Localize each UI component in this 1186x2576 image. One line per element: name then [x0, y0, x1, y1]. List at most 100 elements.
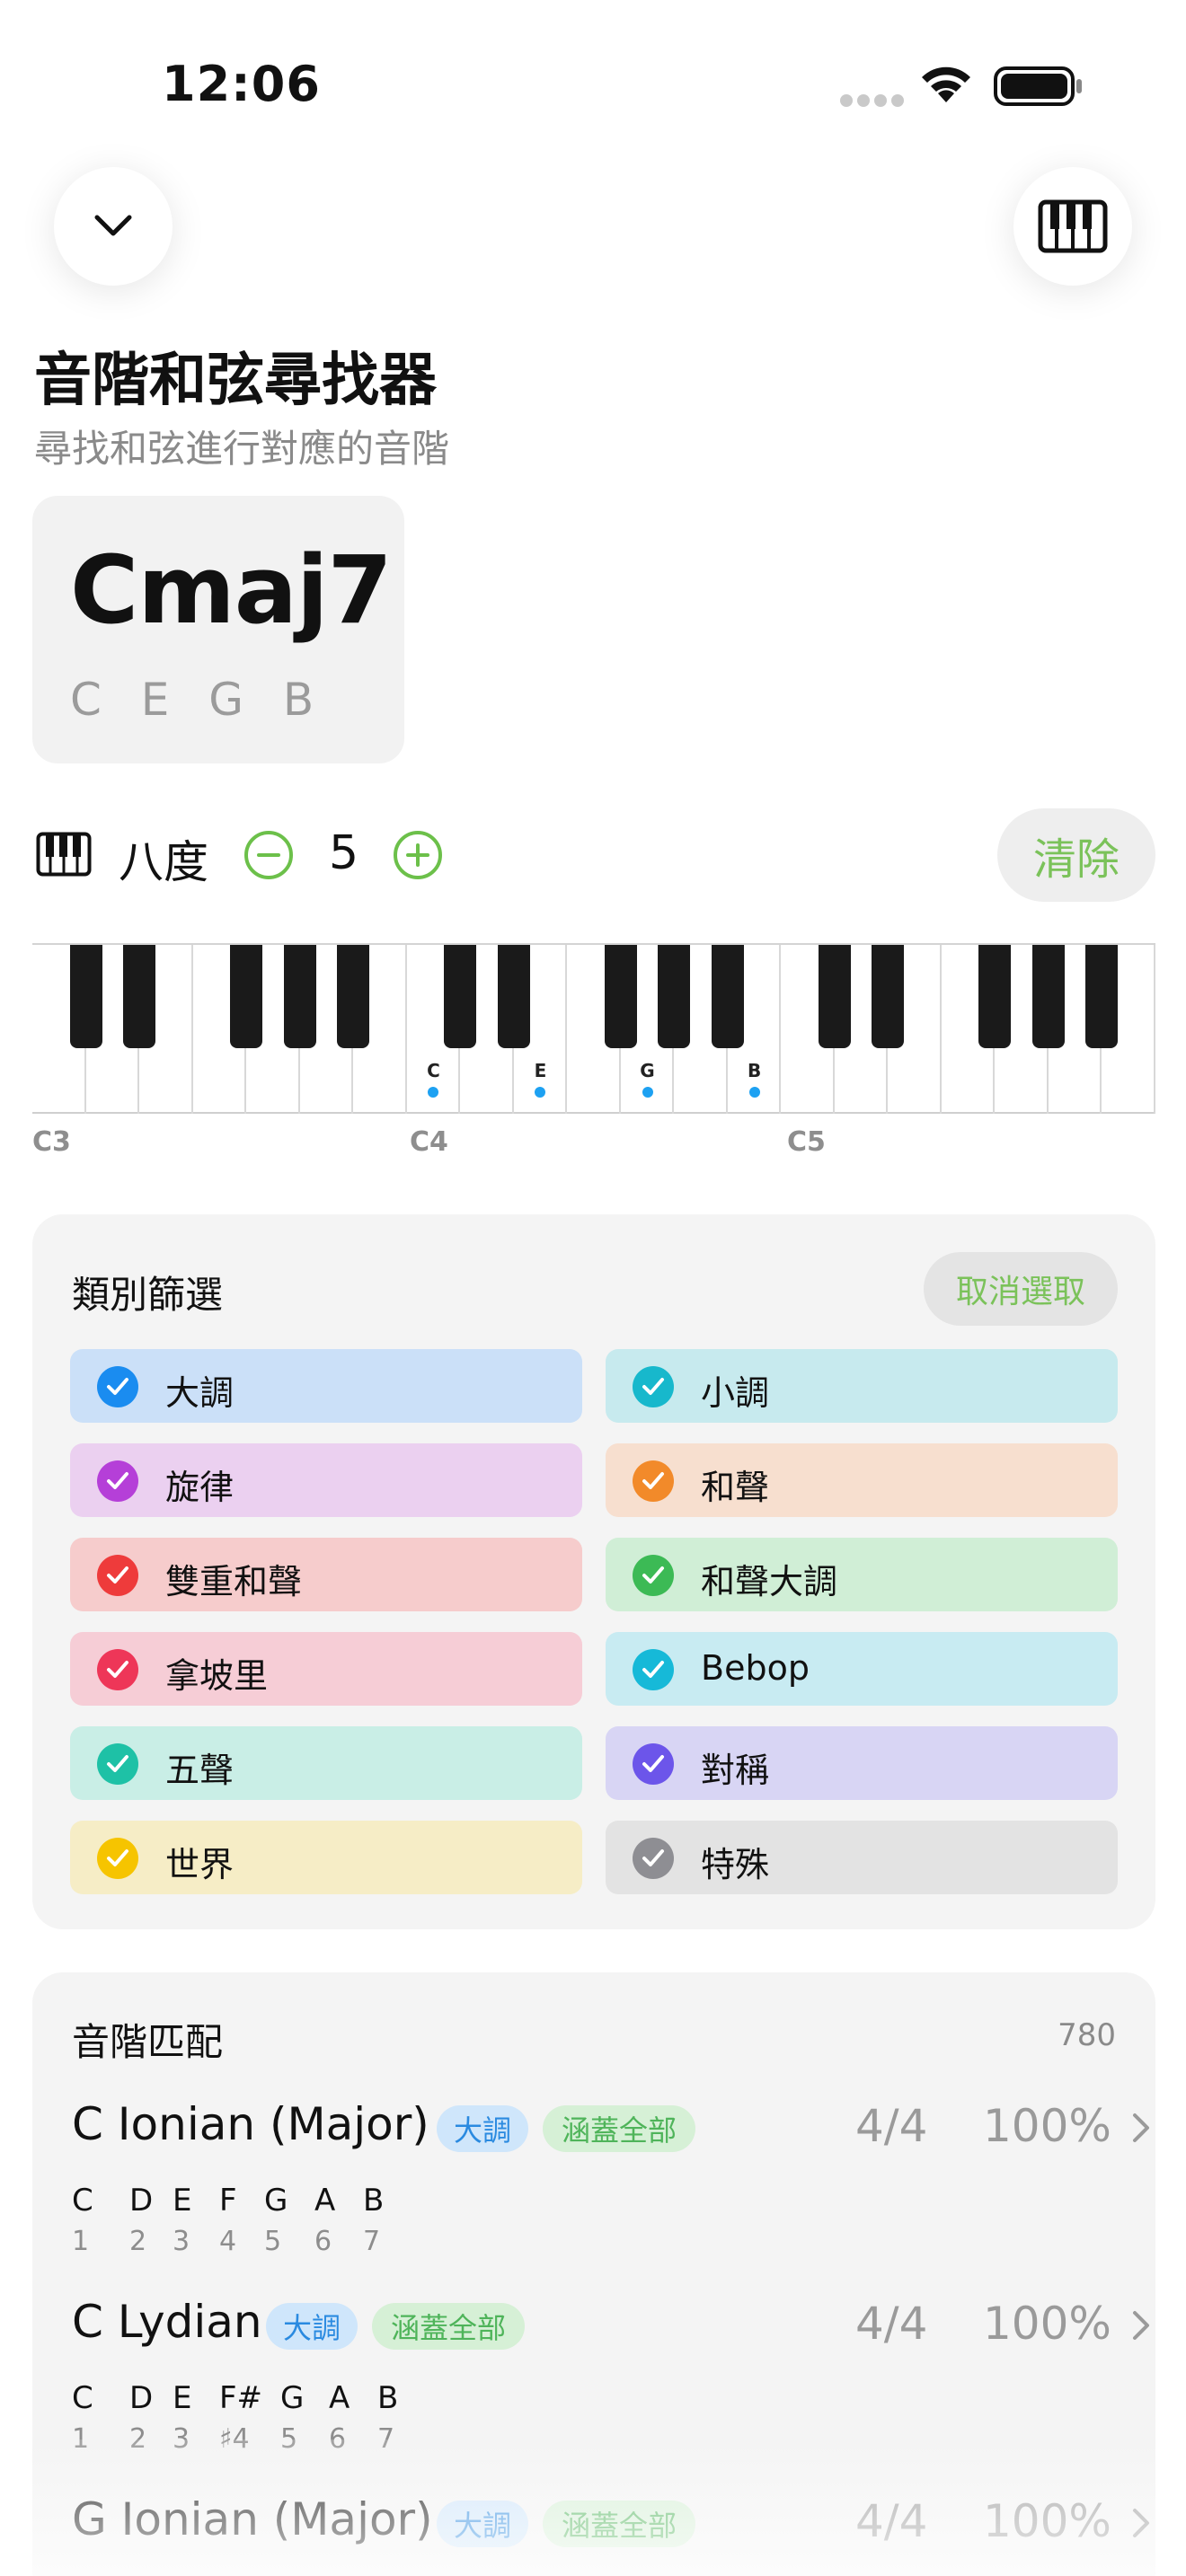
scale-type-badge: 大調 [437, 2105, 528, 2152]
scale-degree: 3 [173, 2226, 190, 2257]
category-label: 小調 [701, 1373, 770, 1413]
category-label: 大調 [165, 1373, 235, 1413]
key-marker-label: E [534, 1060, 547, 1081]
octave-label: 八度 [119, 836, 208, 888]
key-marker-label: G [640, 1060, 655, 1081]
scale-name: C Ionian (Major) [72, 2098, 429, 2150]
black-key-a-sharp5[interactable] [1085, 945, 1119, 1048]
matches-title: 音階匹配 [72, 2020, 224, 2064]
octave-label-c4: C4 [410, 1126, 448, 1158]
octave-label-c3: C3 [32, 1126, 71, 1158]
category-label: 拿坡里 [165, 1656, 269, 1696]
category-chip[interactable]: 特殊 [606, 1821, 1118, 1894]
black-key-a-sharp4[interactable] [711, 945, 744, 1048]
black-key-f-sharp4[interactable] [604, 945, 637, 1048]
key-marker-c: C [415, 1060, 451, 1098]
checkmark-icon [633, 1838, 674, 1879]
category-label: 雙重和聲 [165, 1562, 303, 1601]
scale-note: B [377, 2380, 399, 2416]
category-label: 對稱 [701, 1751, 770, 1790]
key-marker-label: B [747, 1060, 762, 1081]
scale-note: D [129, 2380, 154, 2416]
piano-keyboard[interactable]: CEGB [32, 943, 1155, 1114]
key-marker-label: C [427, 1060, 440, 1081]
black-key-c-sharp4[interactable] [444, 945, 477, 1048]
chord-notes: C E G B [70, 674, 327, 726]
checkmark-icon [633, 1460, 674, 1502]
scale-degree: 7 [363, 2226, 381, 2257]
category-chip[interactable]: Bebop [606, 1632, 1118, 1706]
category-chip[interactable]: 雙重和聲 [70, 1538, 582, 1611]
scale-degree: 4 [219, 2226, 237, 2257]
checkmark-icon [97, 1649, 138, 1690]
scale-note: A [314, 2183, 336, 2219]
scroll-fade-overlay [32, 2439, 1155, 2576]
octave-label-c5: C5 [787, 1126, 826, 1158]
checkmark-icon [633, 1743, 674, 1785]
deselect-all-button[interactable]: 取消選取 [924, 1252, 1118, 1326]
key-marker-e: E [522, 1060, 558, 1098]
match-ratio: 4/4 [855, 2298, 928, 2350]
page-title: 音階和弦尋找器 [34, 348, 437, 414]
black-key-c-sharp5[interactable] [818, 945, 851, 1048]
black-key-a-sharp3[interactable] [337, 945, 370, 1048]
checkmark-icon [633, 1366, 674, 1407]
black-key-c-sharp3[interactable] [69, 945, 102, 1048]
category-label: 世界 [165, 1845, 235, 1884]
octave-increment-button[interactable] [394, 831, 442, 879]
matches-count: 780 [1058, 2017, 1116, 2053]
black-key-g-sharp4[interactable] [658, 945, 691, 1048]
scale-matches-card: 音階匹配 780 C Ionian (Major) 大調 涵蓋全部 4/4 100% C D… [32, 1972, 1155, 2576]
category-chip[interactable]: 和聲大調 [606, 1538, 1118, 1611]
category-chip[interactable]: 大調 [70, 1349, 582, 1423]
black-key-d-sharp5[interactable] [872, 945, 905, 1048]
status-time: 12:06 [162, 56, 321, 112]
category-label: 五聲 [165, 1751, 235, 1790]
piano-mode-button[interactable] [1013, 167, 1132, 286]
scale-degree: 6 [314, 2226, 332, 2257]
category-label: 和聲大調 [701, 1562, 838, 1601]
cellular-signal-icon [840, 93, 908, 110]
category-filter-card: 類別篩選 取消選取 大調 小調 旋律 和聲 雙重和聲 和聲大調 拿坡里 Bebop 五聲 對稱 世界… [32, 1214, 1155, 1929]
checkmark-icon [97, 1460, 138, 1502]
checkmark-icon [633, 1555, 674, 1596]
black-key-g-sharp3[interactable] [283, 945, 316, 1048]
key-marker-dot [642, 1087, 653, 1098]
black-key-g-sharp5[interactable] [1031, 945, 1065, 1048]
category-chip[interactable]: 拿坡里 [70, 1632, 582, 1706]
scale-row[interactable]: C Ionian (Major) 大調 涵蓋全部 4/4 100% C D E F G A B 1 2 3 4… [72, 2098, 1149, 2287]
wifi-icon [922, 66, 970, 102]
checkmark-icon [97, 1555, 138, 1596]
scale-note: E [173, 2380, 192, 2416]
octave-decrement-button[interactable] [244, 831, 293, 879]
scale-note: F# [219, 2380, 263, 2416]
category-label: Bebop [701, 1648, 810, 1688]
scale-degree: 5 [264, 2226, 282, 2257]
chevron-right-icon [1133, 2311, 1149, 2340]
checkmark-icon [97, 1366, 138, 1407]
checkmark-icon [97, 1838, 138, 1879]
black-key-d-sharp3[interactable] [123, 945, 156, 1048]
piano-icon [36, 832, 92, 877]
category-chip[interactable]: 小調 [606, 1349, 1118, 1423]
key-marker-dot [748, 1087, 760, 1098]
dismiss-button[interactable] [54, 167, 173, 286]
category-label: 旋律 [165, 1468, 235, 1507]
chord-card[interactable]: Cmaj7 C E G B [32, 496, 404, 763]
octave-control: 八度 5 清除 [32, 808, 1155, 902]
black-key-f-sharp3[interactable] [230, 945, 263, 1048]
black-key-f-sharp5[interactable] [978, 945, 1012, 1048]
category-chip[interactable]: 五聲 [70, 1726, 582, 1800]
scale-note: D [129, 2183, 154, 2219]
category-chip[interactable]: 對稱 [606, 1726, 1118, 1800]
clear-button[interactable]: 清除 [997, 808, 1155, 902]
black-key-d-sharp4[interactable] [497, 945, 530, 1048]
category-chip[interactable]: 世界 [70, 1821, 582, 1894]
coverage-badge: 涵蓋全部 [372, 2303, 525, 2350]
scale-degree: 2 [129, 2226, 147, 2257]
scale-type-badge: 大調 [266, 2303, 358, 2350]
category-chip[interactable]: 旋律 [70, 1443, 582, 1517]
category-chip[interactable]: 和聲 [606, 1443, 1118, 1517]
scale-note: B [363, 2183, 385, 2219]
scale-note: G [264, 2183, 288, 2219]
